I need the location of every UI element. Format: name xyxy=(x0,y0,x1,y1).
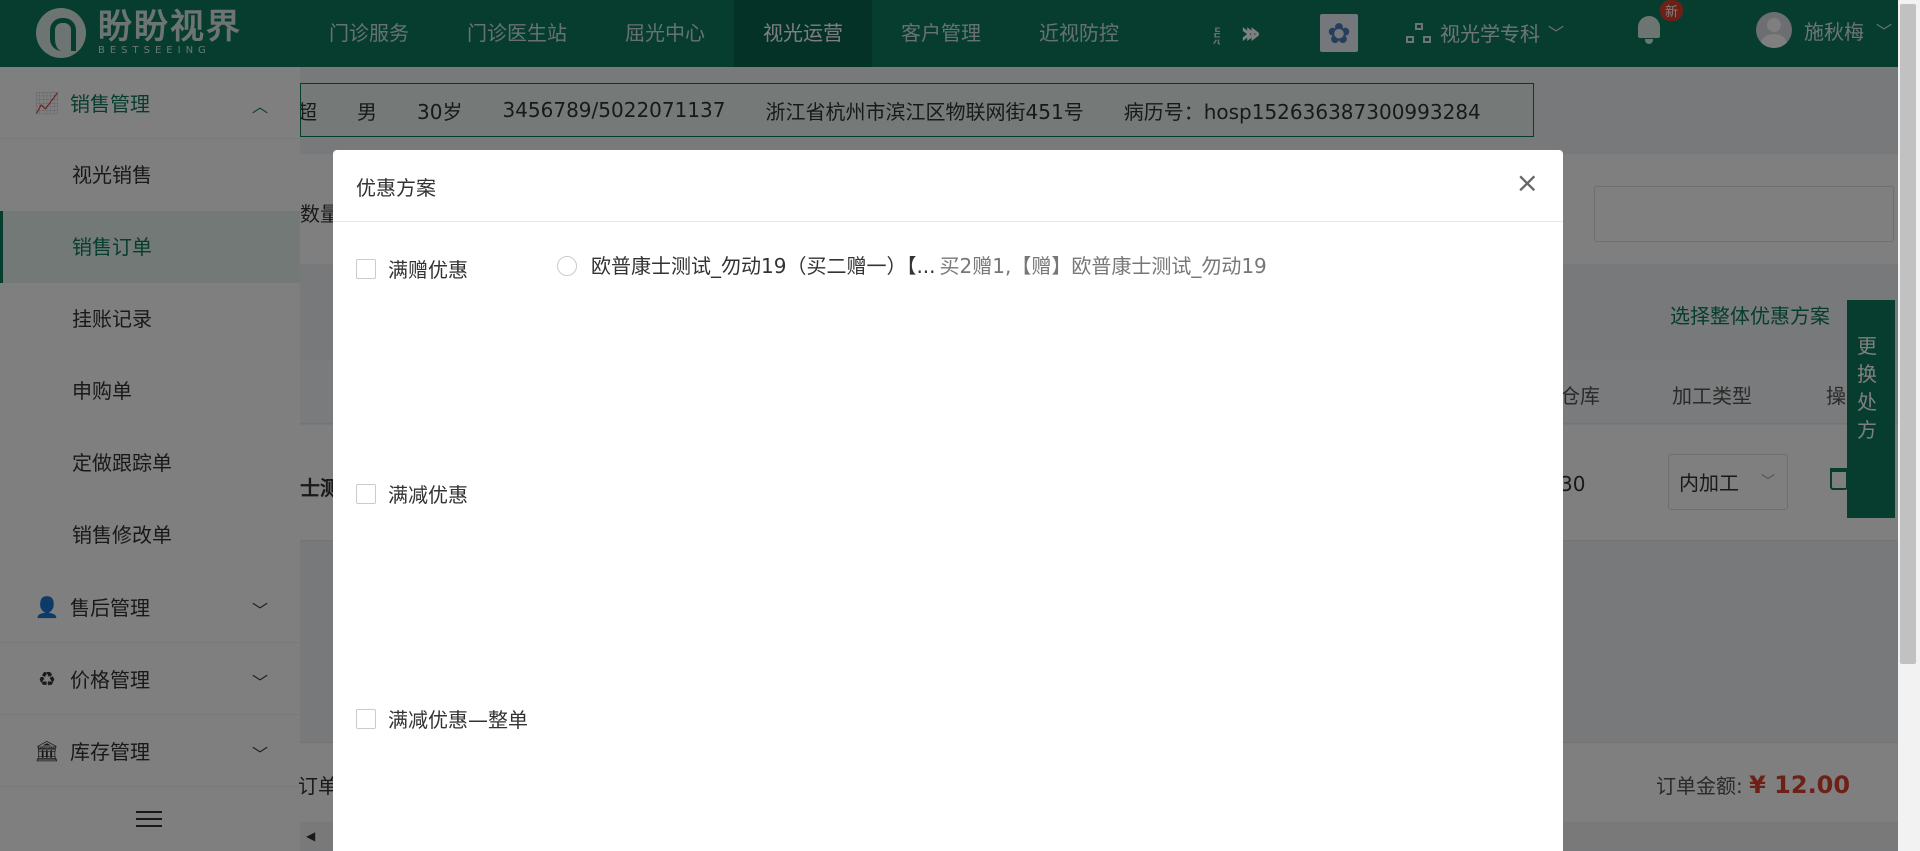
vertical-scrollbar-thumb[interactable] xyxy=(1900,4,1916,664)
option-label: 满减优惠 xyxy=(388,483,468,507)
radio-button[interactable] xyxy=(557,255,577,276)
option-label: 满减优惠—整单 xyxy=(388,708,528,732)
discount-plan-modal: 优惠方案 × 满赠优惠 欧普康士测试_勿动19（买二赠一）【... 买2赠1,【… xyxy=(333,150,1563,851)
plan-description: 买2赠1,【赠】欧普康士测试_勿动19 xyxy=(939,254,1267,278)
checkbox[interactable] xyxy=(356,708,376,729)
checkbox[interactable] xyxy=(356,483,376,504)
option-gift-discount[interactable]: 满赠优惠 xyxy=(356,254,468,283)
modal-header: 优惠方案 × xyxy=(333,150,1563,222)
option-label: 满赠优惠 xyxy=(388,258,468,282)
option-reduction-whole-order[interactable]: 满减优惠—整单 xyxy=(356,704,528,733)
close-icon[interactable]: × xyxy=(1516,168,1539,198)
discount-plan-item[interactable]: 欧普康士测试_勿动19（买二赠一）【... 买2赠1,【赠】欧普康士测试_勿动1… xyxy=(557,250,1267,279)
option-reduction-discount[interactable]: 满减优惠 xyxy=(356,479,468,508)
plan-name: 欧普康士测试_勿动19（买二赠一）【... xyxy=(591,254,936,278)
checkbox[interactable] xyxy=(356,258,376,279)
modal-title: 优惠方案 xyxy=(356,176,436,200)
